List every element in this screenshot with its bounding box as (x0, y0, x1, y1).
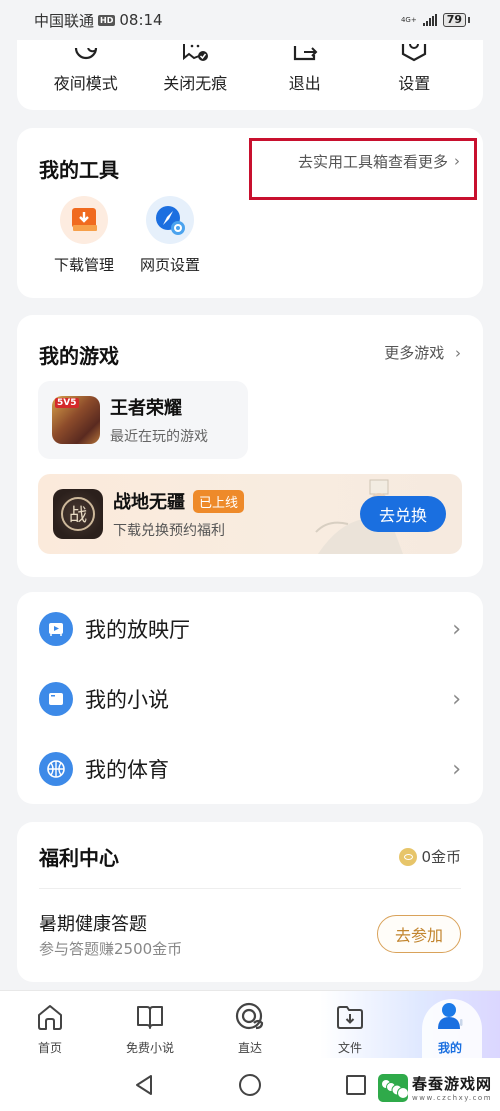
chevron-right-icon: › (452, 616, 461, 642)
user-icon (435, 1001, 465, 1033)
tools-title: 我的工具 (39, 158, 119, 182)
online-badge: 已上线 (193, 489, 245, 513)
signal-icon (422, 14, 437, 26)
welfare-card: 福利中心 0金币 暑期健康答题 参与答题赚2500金币 去参加 (17, 822, 483, 982)
quick-action-night-mode[interactable]: 夜间模式 (36, 36, 136, 94)
nav-direct[interactable]: 直达 (200, 991, 300, 1058)
game-promo-banner[interactable]: 战 战地无疆 已上线 下载兑换预约福利 去兑换 (38, 474, 462, 554)
link-label: 我的体育 (85, 758, 169, 782)
link-my-novels[interactable]: 我的小说 › (17, 664, 483, 734)
nav-free-novels[interactable]: 免费小说 (100, 991, 200, 1058)
download-icon (60, 196, 108, 244)
tool-label: 网页设置 (139, 256, 200, 274)
bottom-nav: 首页 免费小说 直达 文件 我的 (0, 990, 500, 1063)
link-label: 我的放映厅 (85, 618, 190, 642)
status-bar: 中国联通 HD 08:14 4G+ 79 (0, 0, 500, 40)
more-games-link[interactable]: 更多游戏 › (384, 342, 461, 363)
nav-label: 文件 (337, 1041, 362, 1055)
nav-label: 免费小说 (125, 1041, 174, 1055)
nav-mine[interactable]: 我的 (400, 991, 500, 1063)
tool-download-manager[interactable]: 下载管理 (47, 196, 121, 275)
game-name: 王者荣耀 (110, 398, 182, 419)
join-task-button[interactable]: 去参加 (377, 915, 461, 953)
toolbox-more-label: 去实用工具箱查看更多 (297, 152, 448, 171)
carrier: 中国联通 (34, 11, 95, 30)
hd-icon: HD (98, 14, 116, 26)
coin-amount: 0金币 (421, 848, 461, 866)
chevron-right-icon: › (455, 344, 461, 362)
direct-icon (234, 1001, 266, 1033)
tool-label: 下载管理 (53, 256, 114, 274)
links-card: 我的放映厅 › 我的小说 › 我的体育 › (17, 592, 483, 804)
quick-action-label: 夜间模式 (53, 74, 118, 93)
back-button[interactable] (91, 1073, 197, 1097)
game-icon-zhandi: 战 (53, 489, 103, 539)
quick-action-close-incognito[interactable]: 关闭无痕 (145, 36, 245, 94)
book-icon (39, 682, 73, 716)
recent-game-item[interactable]: 5V5 王者荣耀 最近在玩的游戏 (38, 381, 248, 459)
coin-balance[interactable]: 0金币 (399, 846, 461, 867)
book-open-icon (135, 1001, 165, 1033)
chevron-right-icon: › (452, 686, 461, 712)
video-icon (39, 612, 73, 646)
game-subtitle: 最近在玩的游戏 (110, 429, 208, 445)
home-button[interactable] (197, 1073, 303, 1097)
tool-web-settings[interactable]: 网页设置 (133, 196, 207, 275)
toolbox-more-link[interactable]: 去实用工具箱查看更多 › (249, 138, 477, 200)
games-card: 我的游戏 更多游戏 › 5V5 王者荣耀 最近在玩的游戏 战 战地无疆 已上线 … (17, 315, 483, 577)
quick-action-settings[interactable]: 设置 (364, 36, 464, 94)
games-title: 我的游戏 (39, 344, 119, 368)
link-my-theater[interactable]: 我的放映厅 › (17, 594, 483, 664)
watermark-title: 春蚕游戏网 (412, 1075, 493, 1093)
welfare-title: 福利中心 (39, 846, 119, 870)
site-watermark: 春蚕游戏网 www.czchxy.com (378, 1073, 492, 1102)
quick-action-label: 关闭无痕 (163, 74, 228, 93)
nav-label: 我的 (437, 1041, 462, 1055)
quick-action-label: 设置 (398, 74, 431, 93)
coin-icon (399, 847, 418, 866)
chevron-right-icon: › (454, 152, 460, 170)
clock: 08:14 (119, 11, 163, 29)
task-subtitle: 参与答题赚2500金币 (39, 940, 183, 958)
link-label: 我的小说 (85, 688, 169, 712)
silkworm-logo-icon (378, 1073, 408, 1102)
folder-download-icon (335, 1001, 365, 1033)
chevron-right-icon: › (452, 756, 461, 782)
game-icon-honor-of-kings: 5V5 (52, 396, 100, 444)
compass-settings-icon (146, 196, 194, 244)
home-icon (35, 1001, 65, 1033)
promo-subtitle: 下载兑换预约福利 (113, 523, 225, 539)
task-title: 暑期健康答题 (39, 914, 147, 935)
watermark-url: www.czchxy.com (412, 1094, 493, 1102)
tools-card: 我的工具 去实用工具箱查看更多 › 下载管理 网页设置 (17, 128, 483, 298)
basketball-icon (39, 752, 73, 786)
divider (39, 888, 461, 889)
quick-action-label: 退出 (288, 74, 321, 93)
nav-files[interactable]: 文件 (300, 991, 400, 1058)
quick-action-exit[interactable]: 退出 (255, 36, 355, 94)
nav-label: 首页 (37, 1041, 62, 1055)
nav-home[interactable]: 首页 (0, 991, 100, 1058)
network-type: 4G+ (400, 15, 417, 24)
link-my-sports[interactable]: 我的体育 › (17, 734, 483, 804)
nav-label: 直达 (237, 1041, 262, 1055)
more-games-label: 更多游戏 (384, 344, 445, 362)
battery-icon: 79 (442, 13, 471, 27)
redeem-button[interactable]: 去兑换 (360, 496, 446, 532)
promo-game-name: 战地无疆 (113, 492, 185, 513)
